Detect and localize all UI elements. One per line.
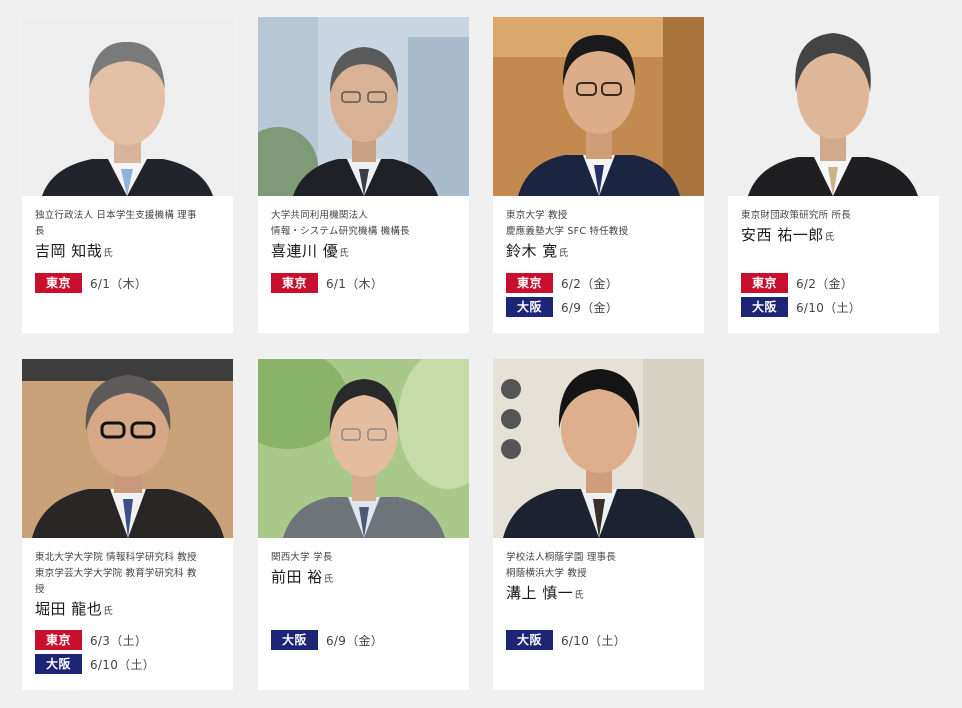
speaker-photo <box>258 17 469 196</box>
city-badge-osaka[interactable]: 大阪 <box>35 654 82 674</box>
session-row: 東京 6/1（木） <box>271 273 383 293</box>
session-date: 6/1（木） <box>90 276 148 291</box>
speaker-name: 喜連川 優 <box>271 242 339 260</box>
session-row: 大阪 6/9（金） <box>506 297 618 317</box>
speaker-name: 堀田 龍也 <box>35 600 103 618</box>
speaker-affiliation: 関西大学 学長 <box>271 552 333 563</box>
speaker-photo <box>258 359 469 538</box>
session-row: 大阪 6/10（土） <box>506 630 626 650</box>
speaker-photo <box>493 17 704 196</box>
city-badge-tokyo[interactable]: 東京 <box>741 273 788 293</box>
session-row: 東京 6/3（土） <box>35 630 155 650</box>
speaker-photo <box>22 17 233 196</box>
speaker-card[interactable]: 大学共同利用機関法人 情報・システム研究機構 機構長 喜連川 優氏 東京 6/1… <box>258 17 469 333</box>
speaker-affiliation: 大学共同利用機関法人 情報・システム研究機構 機構長 <box>271 210 410 237</box>
name-suffix: 氏 <box>574 590 584 601</box>
session-row: 大阪 6/10（土） <box>35 654 155 674</box>
speaker-affiliation: 東北大学大学院 情報科学研究科 教授 東京学芸大学大学院 教育学研究科 教 授 <box>35 552 197 595</box>
city-badge-osaka[interactable]: 大阪 <box>741 297 788 317</box>
name-suffix: 氏 <box>103 606 113 617</box>
speaker-affiliation: 東京大学 教授 慶應義塾大学 SFC 特任教授 <box>506 210 629 237</box>
speaker-affiliation: 東京財団政策研究所 所長 <box>741 210 851 221</box>
speaker-card[interactable]: 東京財団政策研究所 所長 安西 祐一郎氏 東京 6/2（金） 大阪 6/10（土… <box>728 17 939 333</box>
speaker-photo <box>22 359 233 538</box>
session-row: 東京 6/2（金） <box>741 273 861 293</box>
speaker-card[interactable]: 独立行政法人 日本学生支援機構 理事 長 吉岡 知哉氏 東京 6/1（木） <box>22 17 233 333</box>
session-date: 6/10（土） <box>90 657 156 672</box>
name-suffix: 氏 <box>339 248 349 259</box>
session-row: 大阪 6/10（土） <box>741 297 861 317</box>
speaker-affiliation: 学校法人桐蔭学園 理事長 桐蔭横浜大学 教授 <box>506 552 616 579</box>
speaker-card[interactable]: 学校法人桐蔭学園 理事長 桐蔭横浜大学 教授 溝上 慎一氏 大阪 6/10（土） <box>493 359 704 690</box>
session-date: 6/10（土） <box>796 300 862 315</box>
city-badge-tokyo[interactable]: 東京 <box>506 273 553 293</box>
session-date: 6/10（土） <box>561 633 627 648</box>
session-date: 6/9（金） <box>561 300 619 315</box>
city-badge-tokyo[interactable]: 東京 <box>271 273 318 293</box>
session-row: 東京 6/1（木） <box>35 273 147 293</box>
speaker-photo <box>728 17 939 196</box>
session-date: 6/2（金） <box>796 276 854 291</box>
speaker-name: 溝上 慎一 <box>506 584 574 602</box>
speaker-photo <box>493 359 704 538</box>
speaker-name: 吉岡 知哉 <box>35 242 103 260</box>
city-badge-tokyo[interactable]: 東京 <box>35 630 82 650</box>
city-badge-osaka[interactable]: 大阪 <box>271 630 318 650</box>
speaker-card[interactable]: 東北大学大学院 情報科学研究科 教授 東京学芸大学大学院 教育学研究科 教 授 … <box>22 359 233 690</box>
session-row: 東京 6/2（金） <box>506 273 618 293</box>
name-suffix: 氏 <box>824 232 835 243</box>
speaker-card[interactable]: 関西大学 学長 前田 裕氏 大阪 6/9（金） <box>258 359 469 690</box>
speaker-card[interactable]: 東京大学 教授 慶應義塾大学 SFC 特任教授 鈴木 寛氏 東京 6/2（金） … <box>493 17 704 333</box>
session-date: 6/9（金） <box>326 633 384 648</box>
city-badge-tokyo[interactable]: 東京 <box>35 273 82 293</box>
name-suffix: 氏 <box>103 248 113 259</box>
speaker-name: 安西 祐一郎 <box>741 226 824 244</box>
speaker-name: 鈴木 寛 <box>506 242 558 260</box>
speaker-affiliation: 独立行政法人 日本学生支援機構 理事 長 <box>35 210 197 237</box>
session-date: 6/2（金） <box>561 276 619 291</box>
name-suffix: 氏 <box>323 574 334 585</box>
session-date: 6/1（木） <box>326 276 384 291</box>
city-badge-osaka[interactable]: 大阪 <box>506 630 553 650</box>
city-badge-osaka[interactable]: 大阪 <box>506 297 553 317</box>
speaker-name: 前田 裕 <box>271 568 323 586</box>
session-row: 大阪 6/9（金） <box>271 630 383 650</box>
name-suffix: 氏 <box>558 248 569 259</box>
session-date: 6/3（土） <box>90 633 148 648</box>
